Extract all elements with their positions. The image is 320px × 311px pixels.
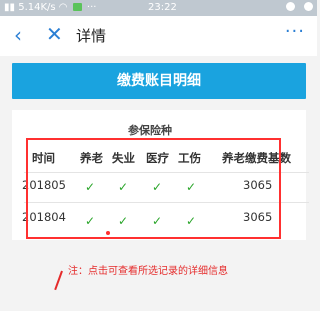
- battery-level-icon: [304, 2, 313, 11]
- battery-icon: [72, 3, 82, 11]
- more-icon[interactable]: ···: [285, 21, 305, 42]
- alarm-icon: [285, 2, 295, 11]
- wifi-icon: ◠: [58, 2, 68, 13]
- section-header: 缴费账目明细: [12, 63, 306, 99]
- insurance-group-header: 参保险种: [128, 124, 172, 137]
- status-left: ▮▮ 5.14K/s ◠ ···: [4, 2, 96, 13]
- highlight-box: [26, 138, 281, 239]
- annotation-note: 注：点击可查看所选记录的详细信息: [68, 266, 228, 277]
- page-title: 详情: [76, 27, 107, 45]
- more-status-icon: ···: [86, 2, 97, 13]
- nav-bar: ‹ ✕ 详情 ···: [0, 16, 317, 56]
- back-icon[interactable]: ‹: [14, 24, 22, 46]
- network-speed: 5.14K/s: [18, 2, 56, 13]
- pointer-dot: [106, 231, 110, 235]
- status-time: 23:22: [148, 2, 177, 13]
- close-icon[interactable]: ✕: [46, 23, 63, 45]
- signal-icon: ▮▮: [4, 2, 16, 13]
- annotation-arrow: [54, 270, 63, 291]
- status-bar: ▮▮ 5.14K/s ◠ ··· 23:22: [0, 0, 317, 16]
- status-right: [280, 2, 313, 14]
